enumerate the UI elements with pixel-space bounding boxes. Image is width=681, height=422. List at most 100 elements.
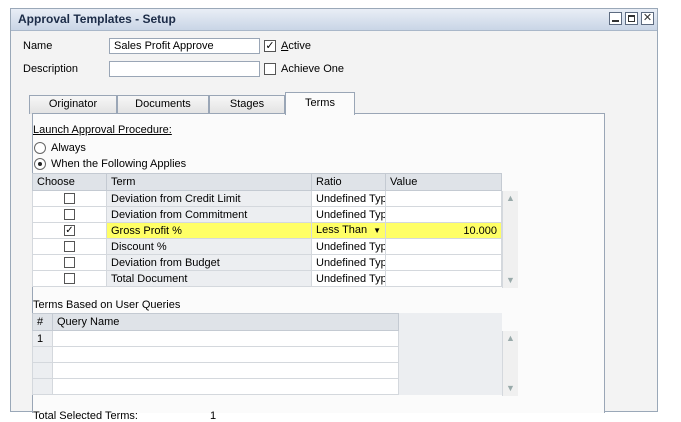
query-name-cell[interactable] (52, 378, 399, 395)
ratio-cell[interactable]: Less Than ▼ (311, 222, 386, 239)
window-title: Approval Templates - Setup (18, 12, 176, 26)
tab-originator[interactable]: Originator (29, 95, 117, 114)
query-number-cell (32, 346, 53, 363)
value-cell[interactable] (385, 206, 502, 223)
terms-grid-header: Choose Term Ratio Value (32, 173, 502, 191)
approval-templates-window: Approval Templates - Setup ✕ Name Sales … (10, 8, 658, 422)
query-number-cell (32, 362, 53, 379)
choose-cell[interactable] (32, 254, 107, 271)
table-row[interactable]: Total Document Undefined Type (32, 270, 502, 287)
value-cell[interactable] (385, 190, 502, 207)
scroll-down-icon[interactable]: ▼ (506, 275, 515, 285)
table-row[interactable] (32, 362, 502, 379)
col-ratio[interactable]: Ratio (311, 173, 386, 191)
achieve-one-checkbox[interactable] (264, 63, 276, 75)
ratio-cell[interactable]: Undefined Type (311, 238, 386, 255)
col-choose[interactable]: Choose (32, 173, 107, 191)
scroll-up-icon[interactable]: ▲ (506, 193, 515, 203)
choose-checkbox[interactable] (64, 273, 75, 285)
query-number-cell: 1 (32, 330, 53, 347)
query-filler-cell (398, 346, 502, 363)
choose-checkbox[interactable] (64, 193, 75, 205)
name-label: Name (23, 40, 53, 52)
table-row[interactable]: Deviation from Budget Undefined Type (32, 254, 502, 271)
query-name-cell[interactable] (52, 346, 399, 363)
table-row[interactable] (32, 378, 502, 395)
term-cell: Deviation from Budget (106, 254, 312, 271)
term-cell: Total Document (106, 270, 312, 287)
tab-stages[interactable]: Stages (209, 95, 285, 114)
minimize-icon[interactable] (609, 12, 622, 25)
choose-cell[interactable] (32, 238, 107, 255)
ratio-cell[interactable]: Undefined Type (311, 254, 386, 271)
term-cell: Deviation from Credit Limit (106, 190, 312, 207)
choose-cell[interactable] (32, 190, 107, 207)
value-cell[interactable]: 10.000 (385, 222, 502, 239)
query-filler-cell (398, 330, 502, 347)
always-label: Always (51, 142, 86, 154)
ratio-value: Undefined Type (316, 240, 386, 253)
user-queries-label: Terms Based on User Queries (33, 299, 181, 311)
ratio-cell[interactable]: Undefined Type (311, 270, 386, 287)
achieve-one-label: Achieve One (281, 63, 344, 75)
description-label: Description (23, 63, 79, 75)
col-term[interactable]: Term (106, 173, 312, 191)
maximize-icon[interactable] (625, 12, 638, 25)
value-cell[interactable] (385, 238, 502, 255)
tab-terms[interactable]: Terms (285, 92, 355, 115)
table-row[interactable]: Deviation from Commitment Undefined Type (32, 206, 502, 223)
value-cell[interactable] (385, 270, 502, 287)
choose-checkbox[interactable] (64, 209, 75, 221)
when-following-applies-radio[interactable] (34, 158, 46, 170)
ratio-cell[interactable]: Undefined Type (311, 206, 386, 223)
table-row[interactable]: Discount % Undefined Type (32, 238, 502, 255)
ratio-value: Undefined Type (316, 208, 386, 221)
active-checkbox[interactable]: ✓ (264, 40, 276, 52)
choose-cell[interactable] (32, 206, 107, 223)
term-cell: Discount % (106, 238, 312, 255)
terms-tab-panel: Launch Approval Procedure: Always When t… (32, 113, 605, 422)
always-radio[interactable] (34, 142, 46, 154)
choose-checkbox[interactable] (64, 241, 75, 253)
terms-grid-scrollbar[interactable]: ▲ ▼ (502, 191, 518, 288)
ratio-value: Less Than (316, 223, 368, 236)
choose-cell[interactable] (32, 270, 107, 287)
col-query-name[interactable]: Query Name (52, 313, 399, 331)
query-grid-scrollbar[interactable]: ▲ ▼ (502, 331, 518, 396)
query-filler-cell (398, 362, 502, 379)
table-row[interactable] (32, 346, 502, 363)
dropdown-arrow-icon[interactable]: ▼ (373, 224, 381, 238)
choose-cell[interactable]: ✓ (32, 222, 107, 239)
col-value[interactable]: Value (385, 173, 502, 191)
query-name-cell[interactable] (52, 362, 399, 379)
title-bar: Approval Templates - Setup ✕ (11, 9, 657, 31)
tab-documents[interactable]: Documents (117, 95, 209, 114)
choose-checkbox[interactable] (64, 257, 75, 269)
col-number[interactable]: # (32, 313, 53, 331)
value-cell[interactable] (385, 254, 502, 271)
table-row[interactable]: 1 (32, 330, 502, 347)
ratio-value: Undefined Type (316, 192, 386, 205)
query-name-cell[interactable] (52, 330, 399, 347)
name-field[interactable]: Sales Profit Approve (109, 38, 260, 54)
choose-checkbox[interactable]: ✓ (64, 225, 75, 237)
ratio-value: Undefined Type (316, 272, 386, 285)
when-following-applies-label: When the Following Applies (51, 158, 187, 170)
query-grid: # Query Name 1 (32, 313, 502, 395)
term-cell: Deviation from Commitment (106, 206, 312, 223)
term-cell: Gross Profit % (106, 222, 312, 239)
launch-procedure-label: Launch Approval Procedure: (33, 124, 172, 136)
close-icon[interactable]: ✕ (641, 12, 654, 25)
table-row[interactable]: ✓ Gross Profit % Less Than ▼ 10.000 (32, 222, 502, 239)
terms-grid: Choose Term Ratio Value Deviation from C… (32, 173, 502, 287)
description-field[interactable] (109, 61, 260, 77)
active-label: Active (281, 40, 311, 52)
query-filler-cell (398, 378, 502, 395)
query-grid-filler (398, 313, 502, 331)
query-number-cell (32, 378, 53, 395)
ratio-cell[interactable]: Undefined Type (311, 190, 386, 207)
table-row[interactable]: Deviation from Credit Limit Undefined Typ… (32, 190, 502, 207)
scroll-up-icon[interactable]: ▲ (506, 333, 515, 343)
scroll-down-icon[interactable]: ▼ (506, 383, 515, 393)
ratio-value: Undefined Type (316, 256, 386, 269)
